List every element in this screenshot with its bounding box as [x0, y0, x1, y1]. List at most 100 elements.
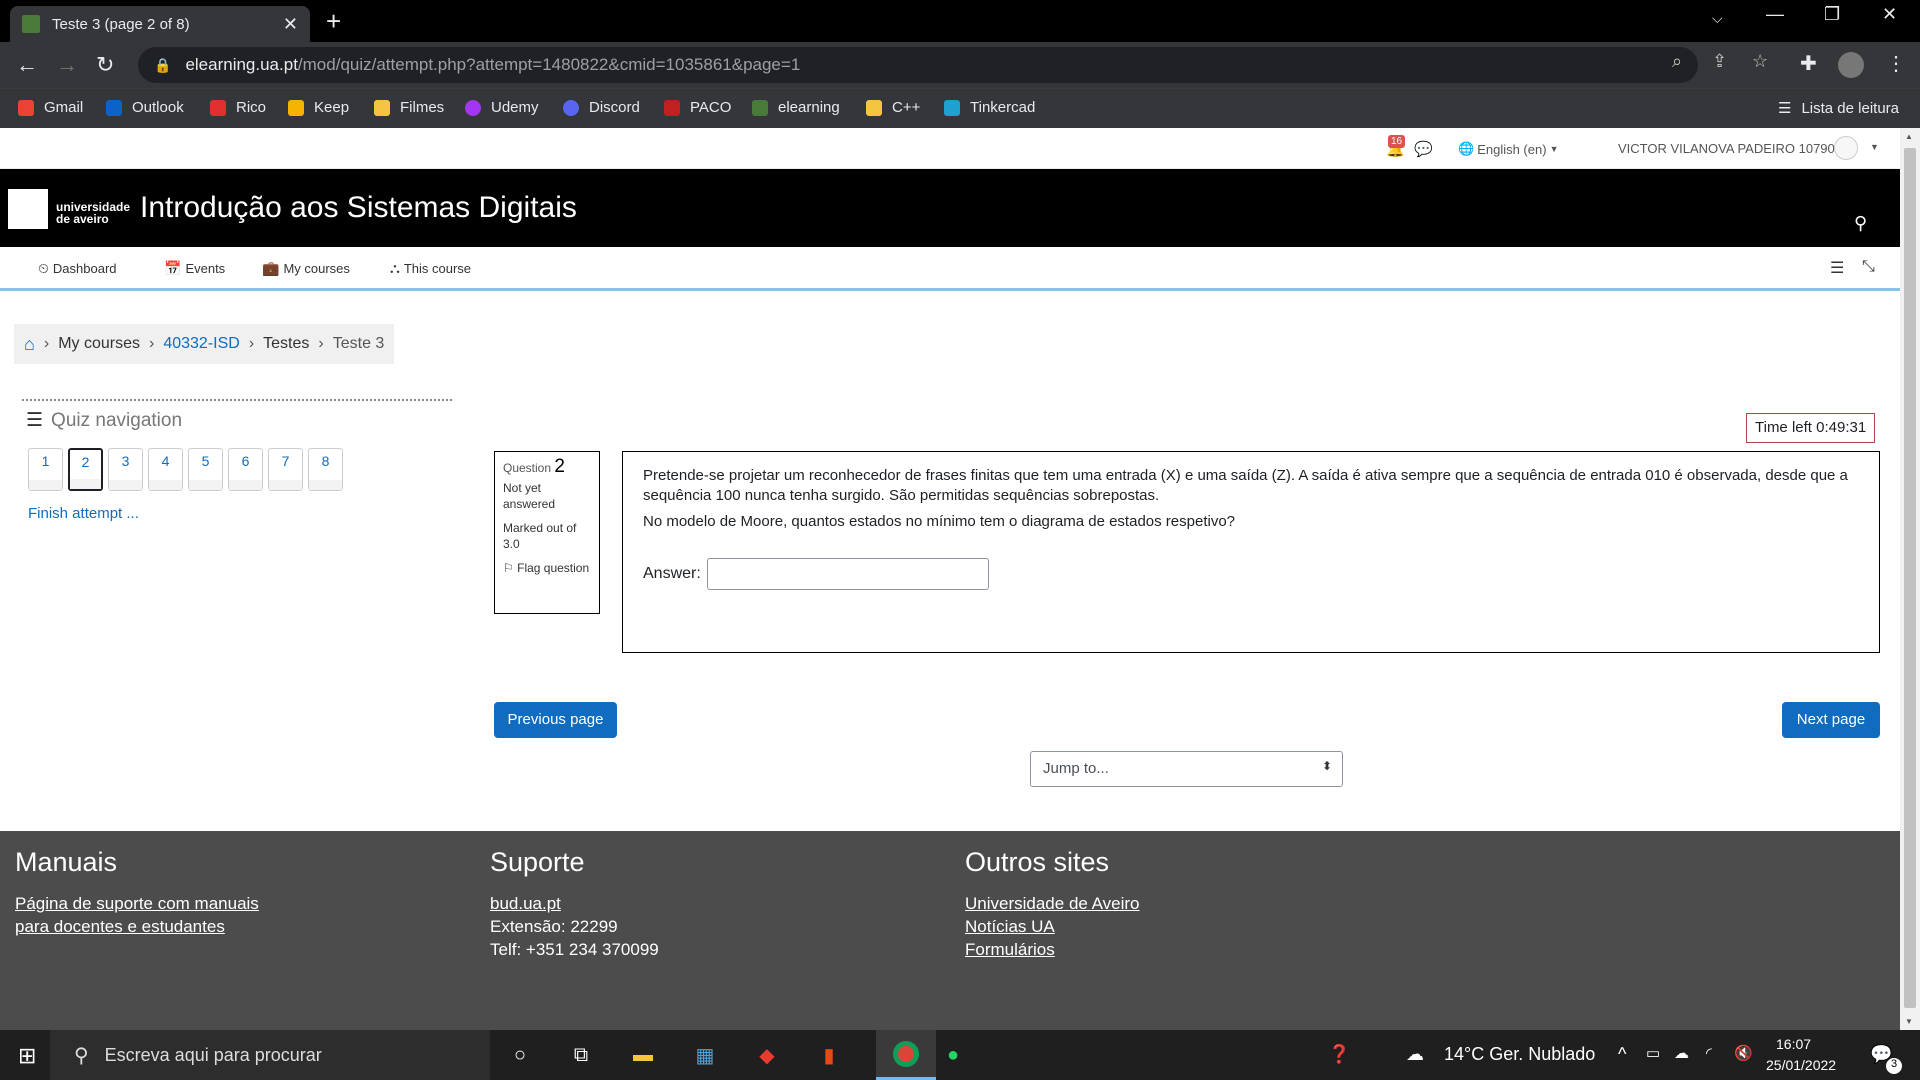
search-icon[interactable]: ⚲ [1854, 213, 1867, 234]
quiz-navigation-block: ☰ Quiz navigation 1 2 3 4 5 6 7 8 Finish … [22, 399, 452, 522]
answer-input[interactable] [706, 558, 989, 590]
menu-my-courses[interactable]: 💼 My courses [262, 260, 350, 277]
flag-question[interactable]: ⚐ Flag question [503, 560, 591, 576]
footer-link-ua[interactable]: Universidade de Aveiro [965, 892, 1140, 915]
tray-expand-icon[interactable]: ^ [1618, 1044, 1626, 1065]
compress-icon[interactable]: ⤡ [1862, 258, 1875, 276]
forward-icon[interactable]: → [56, 52, 78, 78]
bookmark-filmes[interactable]: Filmes [374, 99, 444, 116]
bookmark-star-icon[interactable]: ☆ [1752, 51, 1768, 72]
bookmark-gmail[interactable]: Gmail [18, 99, 83, 116]
footer-manuais-link-line2[interactable]: para docentes e estudantes [15, 915, 259, 938]
quiz-nav-question-8[interactable]: 8 [308, 448, 343, 491]
help-icon[interactable]: ❓ [1328, 1044, 1350, 1065]
quiz-nav-question-2[interactable]: 2 [68, 448, 103, 491]
chrome-taskbar-icon[interactable] [876, 1030, 936, 1080]
whatsapp-icon[interactable]: ● [938, 1040, 968, 1070]
menu-dashboard[interactable]: ⏲ Dashboard [38, 260, 117, 277]
bookmark-tinkercad[interactable]: Tinkercad [944, 99, 1035, 116]
language-menu[interactable]: 🌐 English (en) ▼ [1458, 141, 1558, 157]
list-toggle-icon[interactable]: ☰ [1830, 258, 1844, 278]
bookmark-paco[interactable]: PACO [664, 99, 731, 116]
ua-logo-icon[interactable] [8, 189, 48, 229]
menu-this-course[interactable]: ⛬ This course [390, 260, 471, 277]
page-scrollbar[interactable]: ▲ ▼ [1900, 128, 1920, 1030]
volume-mute-icon[interactable]: 🔇 [1734, 1044, 1753, 1062]
meet-icon[interactable]: ▭ [1646, 1044, 1660, 1062]
ms-store-icon[interactable]: ▦ [690, 1040, 720, 1070]
jump-to-select[interactable]: Jump to... ⬍ [1030, 751, 1343, 787]
previous-page-button[interactable]: Previous page [494, 702, 617, 738]
user-top-bar: 🔔 16 💬 🌐 English (en) ▼ VICTOR VILANOVA PA… [0, 128, 1900, 169]
chrome-menu-icon[interactable]: ⋮ [1886, 51, 1906, 76]
clock-date[interactable]: 25/01/2022 [1766, 1057, 1836, 1073]
quiz-nav-question-6[interactable]: 6 [228, 448, 263, 491]
taskbar-search[interactable]: ⚲ Escreva aqui para procurar [50, 1030, 490, 1080]
course-title[interactable]: Introdução aos Sistemas Digitais [140, 191, 577, 225]
onedrive-icon[interactable]: ☁ [1674, 1044, 1689, 1062]
finish-attempt-link[interactable]: Finish attempt ... [28, 505, 139, 522]
browser-tab[interactable]: Teste 3 (page 2 of 8) ✕ [10, 6, 310, 42]
back-icon[interactable]: ← [16, 52, 38, 78]
address-bar[interactable]: 🔒 elearning.ua.pt/mod/quiz/attempt.php?a… [138, 47, 1698, 83]
quiz-nav-question-1[interactable]: 1 [28, 448, 63, 491]
user-avatar[interactable] [1834, 136, 1858, 160]
bookmark-udemy[interactable]: Udemy [465, 99, 539, 116]
reload-icon[interactable]: ↻ [96, 52, 114, 78]
tab-search-icon[interactable]: ⌵ [1712, 10, 1723, 27]
breadcrumb-course[interactable]: 40332-ISD [163, 335, 240, 353]
scrollbar-thumb[interactable] [1904, 148, 1916, 1008]
scroll-down-icon[interactable]: ▼ [1905, 1017, 1913, 1026]
bookmark-discord[interactable]: Discord [563, 99, 640, 116]
bookmark-keep[interactable]: Keep [288, 99, 349, 116]
share-icon[interactable]: ⇪ [1712, 51, 1727, 72]
home-icon[interactable]: ⌂ [24, 334, 35, 355]
app-red-diamond-icon[interactable]: ◆ [752, 1040, 782, 1070]
breadcrumb-testes[interactable]: Testes [263, 335, 309, 353]
quiz-nav-question-4[interactable]: 4 [148, 448, 183, 491]
new-tab-icon[interactable]: + [326, 6, 341, 37]
bookmark-elearning[interactable]: elearning [752, 99, 840, 116]
reading-list[interactable]: ☰ Lista de leitura [1778, 99, 1899, 118]
tab-close-icon[interactable]: ✕ [283, 14, 298, 35]
quiz-nav-question-5[interactable]: 5 [188, 448, 223, 491]
answer-label: Answer: [643, 565, 701, 582]
weather-text[interactable]: 14°C Ger. Nublado [1444, 1044, 1595, 1065]
breadcrumb-current: Teste 3 [332, 335, 385, 352]
quiz-nav-question-3[interactable]: 3 [108, 448, 143, 491]
globe-icon: 🌐 [1458, 141, 1475, 156]
next-page-button[interactable]: Next page [1782, 702, 1880, 738]
profile-avatar-icon[interactable] [1838, 52, 1864, 78]
window-close-icon[interactable]: ✕ [1882, 4, 1897, 25]
footer-manuais-link-line1[interactable]: Página de suporte com manuais [15, 892, 259, 915]
user-name[interactable]: VICTOR VILANOVA PADEIRO 107902 [1618, 141, 1842, 156]
bookmark-rico[interactable]: Rico [210, 99, 266, 116]
bookmark-cpp[interactable]: C++ [866, 99, 920, 116]
scroll-up-icon[interactable]: ▲ [1905, 132, 1913, 141]
file-explorer-icon[interactable]: ▬ [628, 1040, 658, 1070]
clock-time[interactable]: 16:07 [1776, 1036, 1811, 1052]
messages-icon[interactable]: 💬 [1414, 140, 1433, 158]
weather-cloud-icon: ☁ [1406, 1044, 1424, 1064]
restore-icon[interactable]: ❐ [1824, 4, 1840, 25]
breadcrumb-my-courses[interactable]: My courses [58, 335, 140, 353]
menu-events[interactable]: 📅 Events [164, 260, 225, 277]
question-status: Not yet answered [503, 481, 556, 511]
user-menu-caret-icon[interactable]: ▼ [1870, 142, 1879, 152]
office-icon[interactable]: ▮ [814, 1040, 844, 1070]
footer-bud-link[interactable]: bud.ua.pt [490, 892, 659, 915]
windows-start-icon[interactable]: ⊞ [18, 1043, 36, 1069]
question-text-2: No modelo de Moore, quantos estados no m… [643, 513, 1236, 530]
quiz-nav-question-7[interactable]: 7 [268, 448, 303, 491]
task-view-icon[interactable]: ⧉ [566, 1040, 596, 1070]
minimize-icon[interactable]: — [1766, 4, 1784, 25]
extensions-icon[interactable]: ✚ [1800, 51, 1817, 76]
cortana-icon[interactable]: ○ [505, 1040, 535, 1070]
footer-link-formularios[interactable]: Formulários [965, 938, 1140, 961]
bookmark-outlook[interactable]: Outlook [106, 99, 184, 116]
zoom-icon[interactable]: ⌕ [1672, 51, 1682, 72]
outlook-icon [106, 99, 122, 116]
wifi-icon[interactable]: ◜ [1706, 1044, 1712, 1062]
footer-extension: Extensão: 22299 [490, 917, 618, 936]
footer-link-noticias[interactable]: Notícias UA [965, 915, 1140, 938]
